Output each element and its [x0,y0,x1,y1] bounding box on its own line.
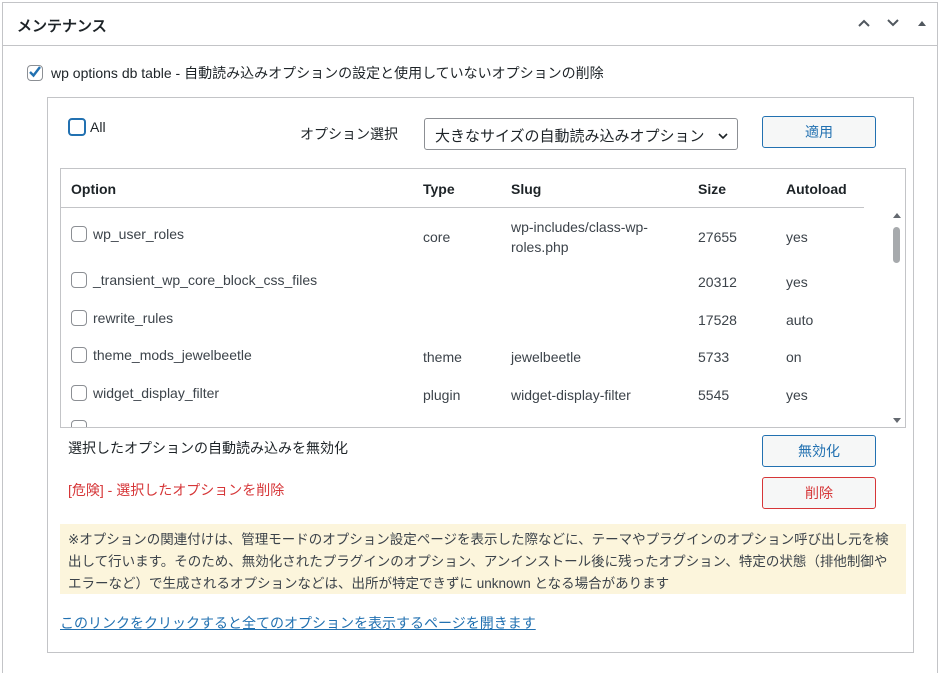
column-header-option: Option [71,181,117,197]
table-header: Option Type Slug Size Autoload [61,169,864,208]
toggle-panel-button[interactable] [912,14,932,34]
option-name: theme_mods_jewelbeetle [93,347,252,363]
panel-header: メンテナンス [3,3,937,46]
size-cell: 5733 [698,349,730,365]
scroll-down-arrow-icon[interactable] [893,418,901,423]
scroll-up-arrow-icon[interactable] [893,213,901,218]
table-row: widget_display_filter plugin widget-disp… [61,382,864,412]
chevron-down-icon [717,129,729,146]
autoload-cell: on [786,349,802,365]
scroll-thumb[interactable] [893,227,900,263]
option-name: wp_user_roles [93,226,185,242]
slug-cell: jewelbeetle [511,349,582,365]
option-name: widget_display_filter [93,385,220,401]
table-row: rewrite_rules 17528 auto [61,307,864,337]
option-name: rewrite_rules [93,310,174,326]
autoload-cell: yes [786,229,808,245]
row-checkbox[interactable] [71,385,87,401]
disable-button[interactable]: 無効化 [762,435,876,467]
row-checkbox[interactable] [71,420,87,427]
select-all-checkbox[interactable] [68,118,86,136]
option-cell: _transient_wp_core_block_css_files [71,272,317,288]
type-cell: theme [423,349,462,365]
main-option-checkbox[interactable] [27,65,43,81]
option-select-value: 大きなサイズの自動読み込みオプション [435,128,705,145]
table-scrollbar[interactable] [889,207,905,427]
options-table: Option Type Slug Size Autoload wp_user_r… [60,168,906,428]
delete-button[interactable]: 削除 [762,477,876,509]
autoload-cell: auto [786,312,814,328]
option-cell: rewrite_rules [71,310,173,326]
move-down-button[interactable] [883,14,903,34]
option-cell: theme_mods_jewelbeetle [71,347,252,363]
main-option-label: wp options db table - 自動読み込みオプションの設定と使用し… [51,65,604,81]
slug-cell: wp-includes/class-wp-roles.php [511,219,648,255]
size-cell: 5545 [698,387,730,403]
triangle-up-icon [916,16,928,32]
select-all-label: All [90,119,106,135]
size-cell: 20312 [698,274,737,290]
row-checkbox[interactable] [71,226,87,242]
checkmark-icon [29,66,41,78]
notice-box: ※オプションの関連付けは、管理モードのオプション設定ページを表示した際などに、テ… [60,524,906,594]
panel-title: メンテナンス [17,18,107,35]
autoload-cell: yes [786,387,808,403]
table-row: theme_mods_jewelbeetle theme jewelbeetle… [61,344,864,374]
option-cell [71,420,87,427]
column-header-slug: Slug [511,181,542,197]
column-header-size: Size [698,181,727,197]
row-checkbox[interactable] [71,272,87,288]
row-checkbox[interactable] [71,347,87,363]
option-name: _transient_wp_core_block_css_files [93,272,318,288]
chevron-down-icon [885,15,901,34]
column-header-type: Type [423,181,455,197]
main-option-row: wp options db table - 自動読み込みオプションの設定と使用し… [27,63,604,83]
table-row: wp_user_roles core wp-includes/class-wp-… [61,217,864,263]
slug-cell: widget-display-filter [511,387,631,403]
maintenance-panel: メンテナンス wp options db table - 自動読み込みオプション… [2,2,938,673]
apply-button[interactable]: 適用 [762,116,876,148]
option-select-dropdown[interactable]: 大きなサイズの自動読み込みオプション [424,118,738,150]
autoload-cell: yes [786,274,808,290]
option-cell: widget_display_filter [71,385,219,401]
show-all-options-link[interactable]: このリンクをクリックすると全てのオプションを表示するページを開きます [60,613,536,633]
table-row: _transient_wp_core_block_css_files 20312… [61,269,864,299]
options-box: All オプション選択 大きなサイズの自動読み込みオプション 適用 Option… [47,97,914,653]
table-row-partial [61,420,864,427]
column-header-autoload: Autoload [786,181,847,197]
option-select-label: オプション選択 [300,126,398,142]
select-all-row: All [68,118,106,136]
type-cell: core [423,229,451,245]
size-cell: 17528 [698,312,737,328]
type-cell: plugin [423,387,461,403]
delete-warning-text: [危険] - 選択したオプションを削除 [68,482,285,498]
option-cell: wp_user_roles [71,226,184,242]
size-cell: 27655 [698,229,737,245]
chevron-up-icon [856,15,872,34]
disable-autoload-text: 選択したオプションの自動読み込みを無効化 [68,440,348,456]
move-up-button[interactable] [854,14,874,34]
row-checkbox[interactable] [71,310,87,326]
